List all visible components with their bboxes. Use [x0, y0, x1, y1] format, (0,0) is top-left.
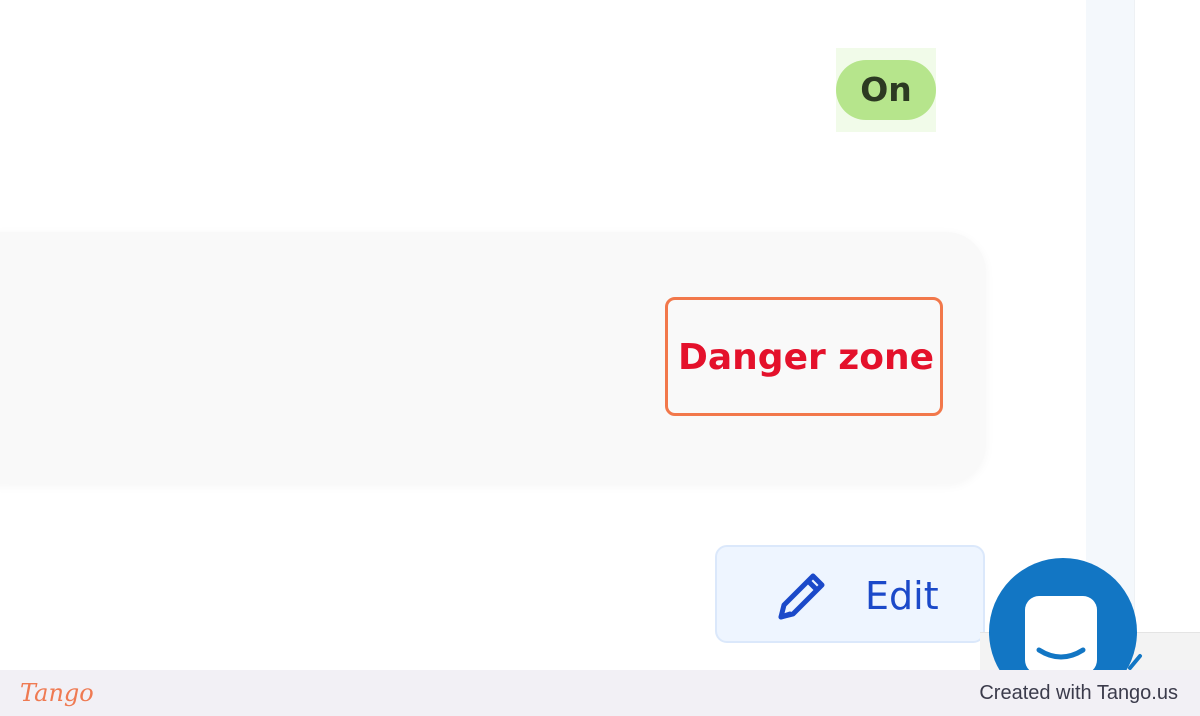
app-screenshot: On Danger zone Edit [0, 0, 1200, 670]
edit-button[interactable]: Edit [715, 545, 985, 643]
edit-button-label: Edit [865, 574, 939, 618]
chat-tail-icon [1128, 654, 1142, 670]
status-badge: On [836, 60, 936, 120]
footer-credit[interactable]: Created with Tango.us [979, 674, 1178, 712]
tango-logo[interactable]: Tango [20, 674, 94, 712]
chat-icon [1025, 596, 1097, 670]
footer-bar: Tango Created with Tango.us [0, 670, 1200, 716]
click-highlight-box [665, 297, 943, 416]
tango-screenshot-frame: On Danger zone Edit Tango Created with T… [0, 0, 1200, 716]
right-panel-edge [1134, 0, 1200, 670]
pencil-icon [778, 573, 825, 620]
